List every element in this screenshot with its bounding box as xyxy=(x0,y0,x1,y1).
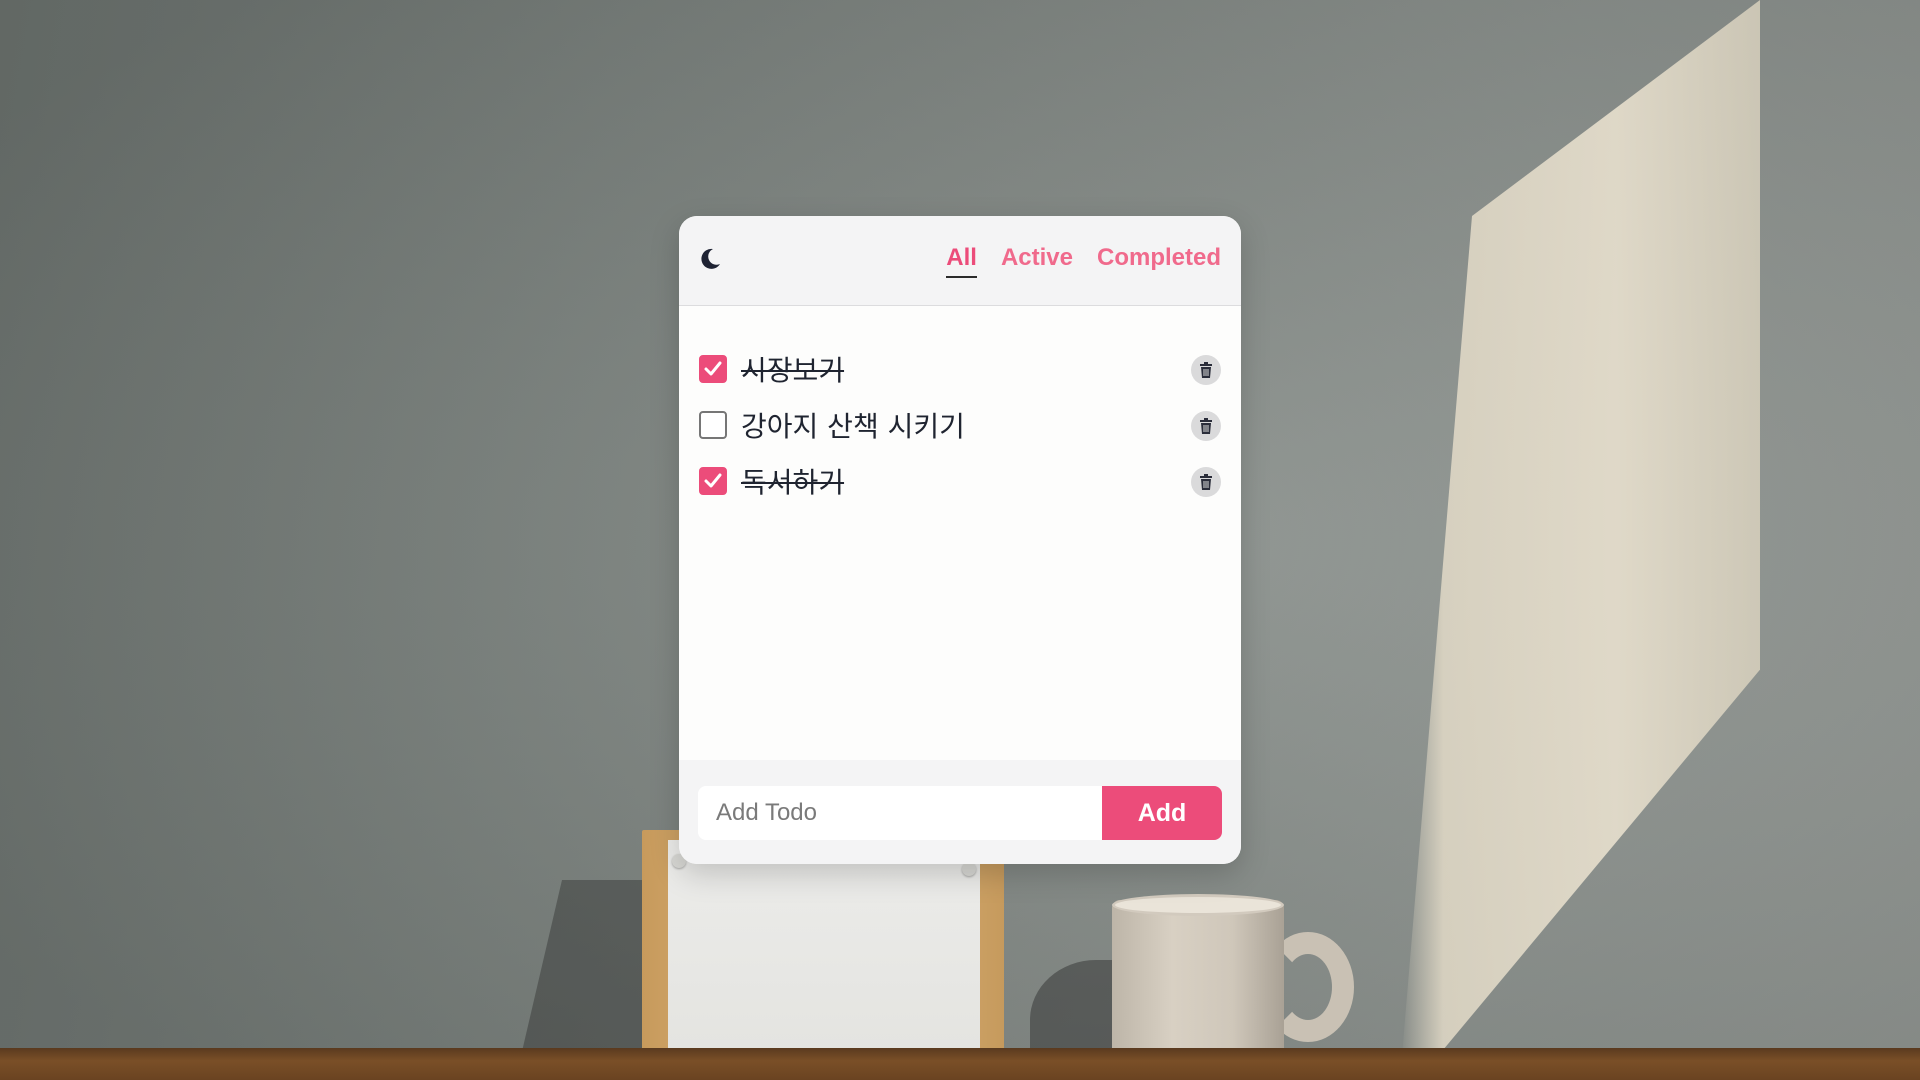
todo-app: All Active Completed 시장보기 강아지 산책 시키기 독서하… xyxy=(679,216,1241,864)
todo-checkbox[interactable] xyxy=(699,355,727,383)
moon-icon[interactable] xyxy=(697,246,723,272)
frame-pin xyxy=(962,862,976,876)
todo-item: 시장보기 xyxy=(699,341,1221,397)
todo-text: 강아지 산책 시키기 xyxy=(741,410,965,443)
add-todo-input[interactable] xyxy=(698,786,1102,840)
add-todo-form: Add xyxy=(679,760,1241,864)
wooden-shelf xyxy=(0,1048,1920,1080)
trash-icon[interactable] xyxy=(1191,355,1221,385)
todo-list: 시장보기 강아지 산책 시키기 독서하기 xyxy=(699,341,1221,509)
todo-checkbox[interactable] xyxy=(699,467,727,495)
mug-rim xyxy=(1112,894,1284,916)
filter-all[interactable]: All xyxy=(946,244,977,278)
add-button[interactable]: Add xyxy=(1102,786,1222,840)
todo-text: 시장보기 xyxy=(741,354,845,387)
filter-active[interactable]: Active xyxy=(1001,244,1073,278)
filter-tabs: All Active Completed xyxy=(946,244,1221,278)
todo-item: 독서하기 xyxy=(699,453,1221,509)
todo-text: 독서하기 xyxy=(741,466,845,499)
trash-icon[interactable] xyxy=(1191,411,1221,441)
app-header: All Active Completed xyxy=(679,216,1241,306)
picture-frame-card xyxy=(668,840,980,1080)
trash-icon[interactable] xyxy=(1191,467,1221,497)
filter-completed[interactable]: Completed xyxy=(1097,244,1221,278)
todo-checkbox[interactable] xyxy=(699,411,727,439)
todo-item: 강아지 산책 시키기 xyxy=(699,397,1221,453)
